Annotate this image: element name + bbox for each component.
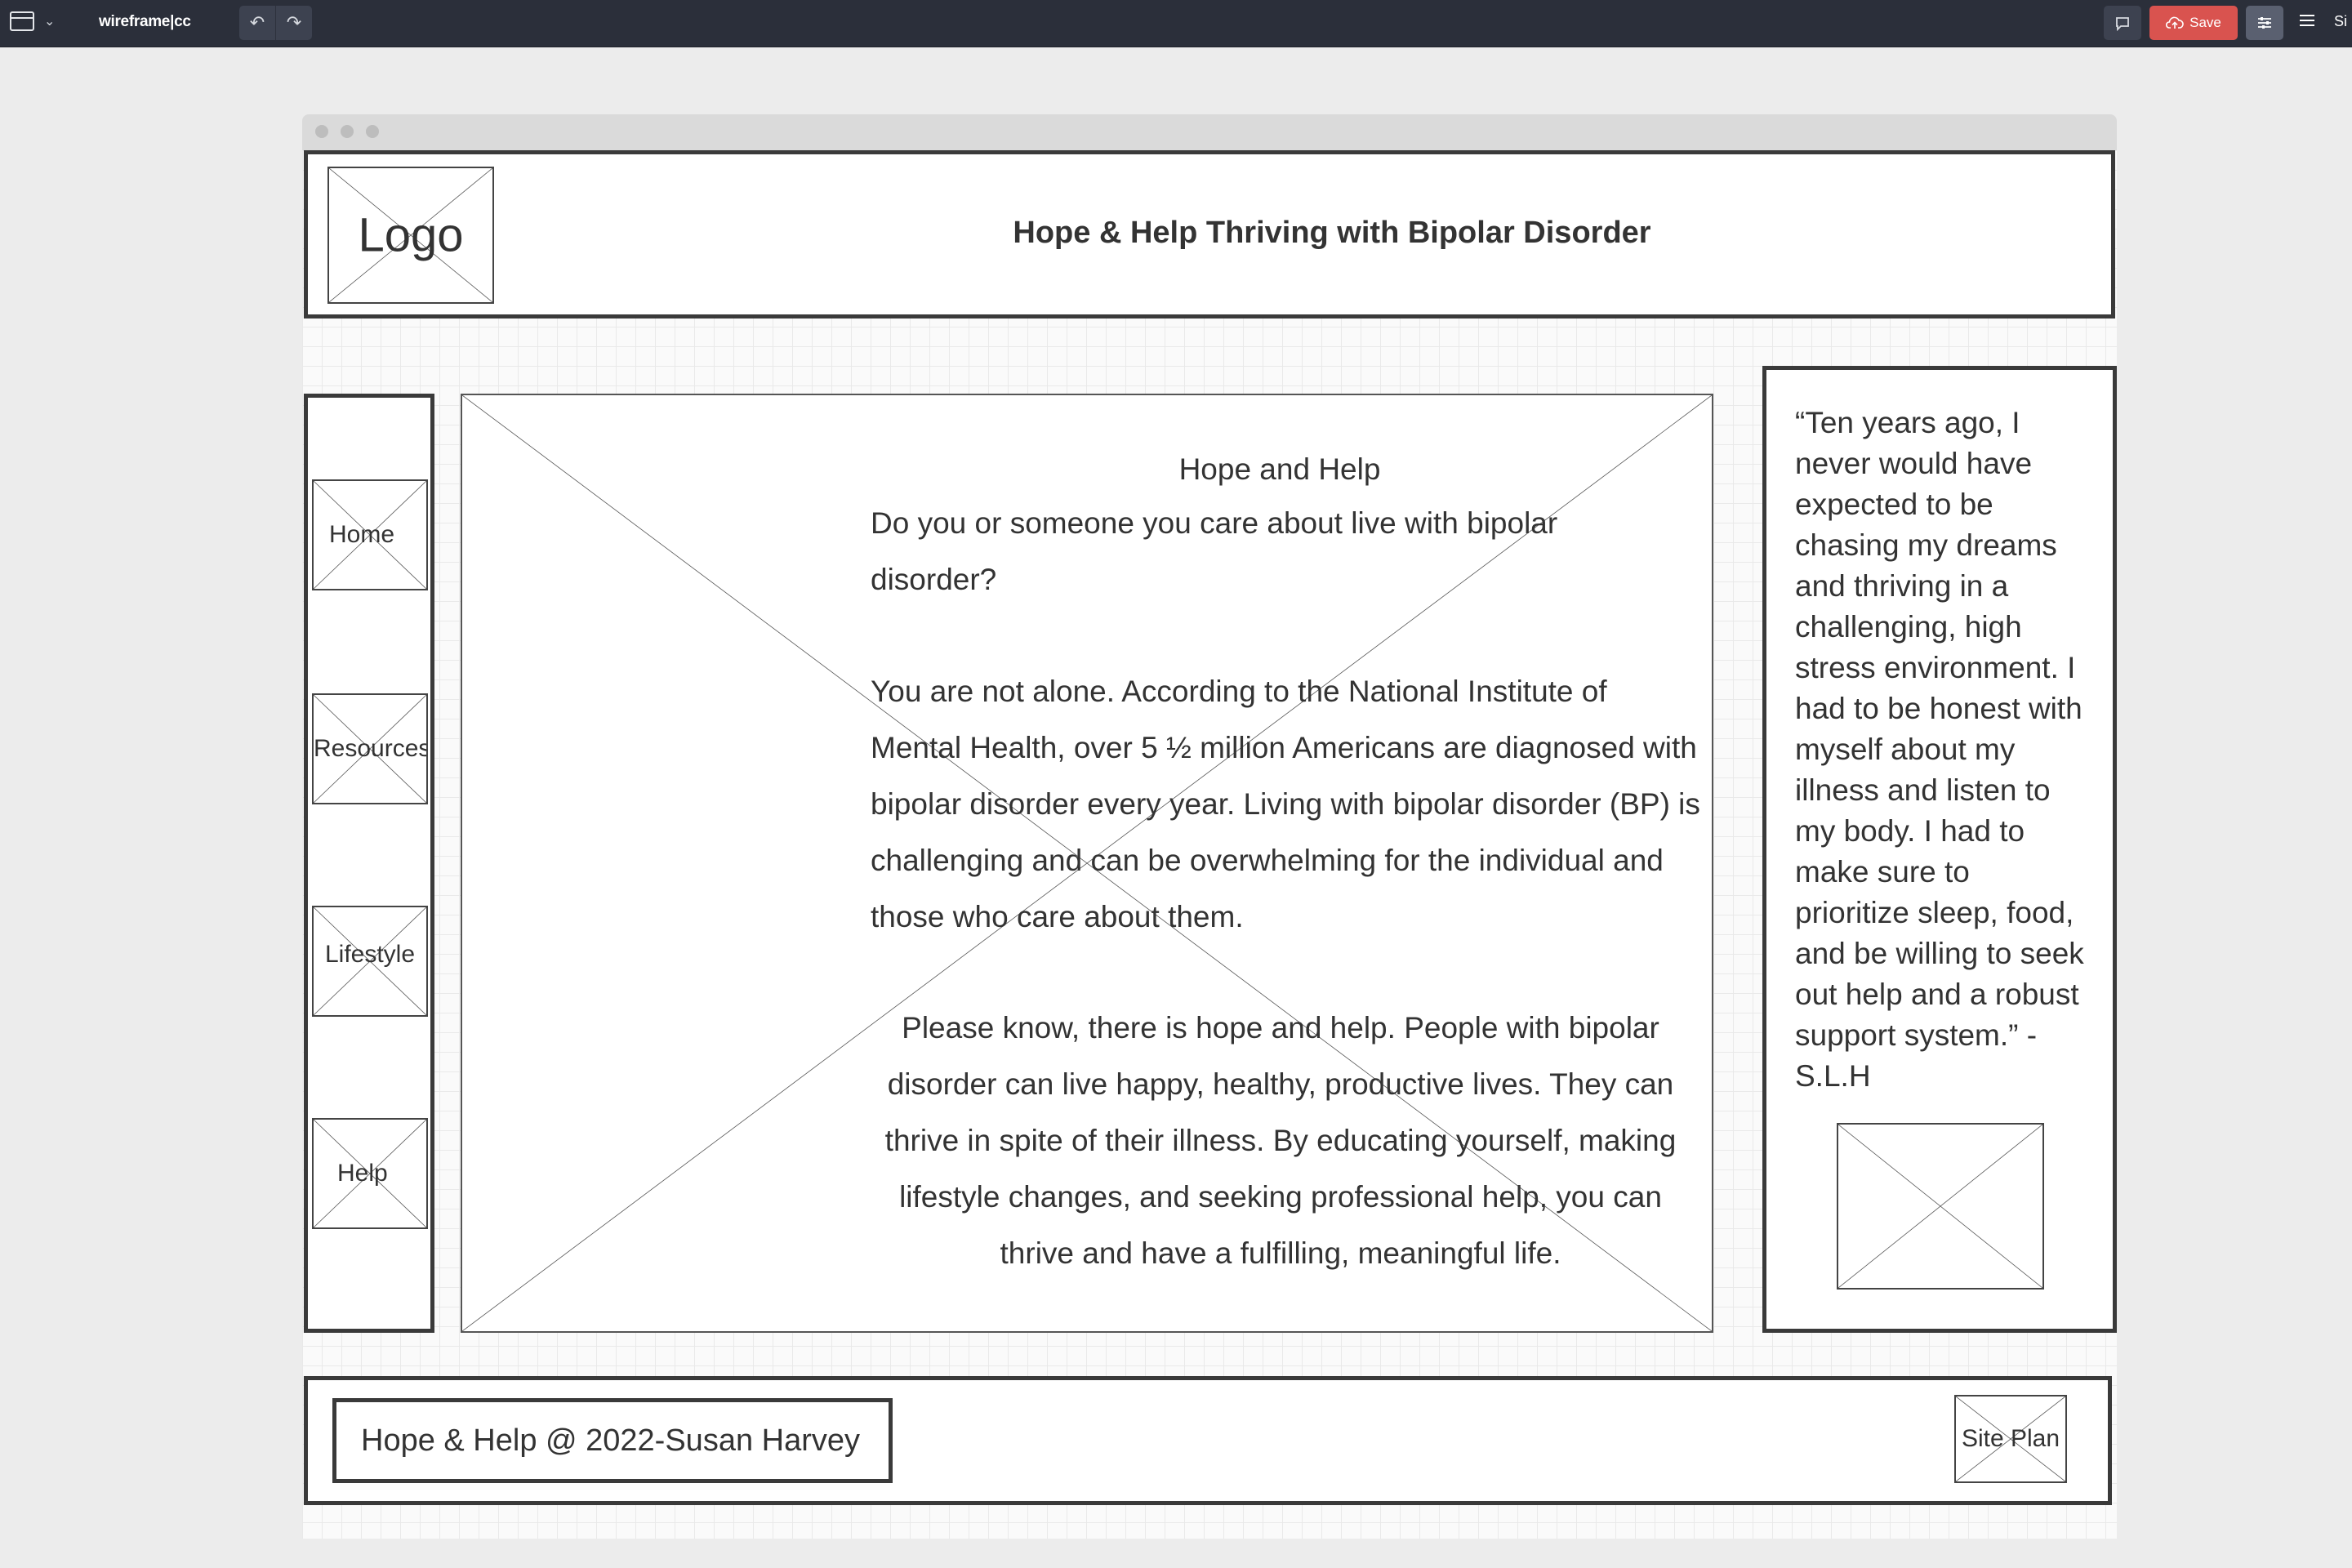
- site-plan-link[interactable]: Site Plan: [1954, 1395, 2067, 1483]
- app-toolbar: ⌄ wireframe|cc ↶ ↷ Save Si: [0, 0, 2352, 47]
- app-logo: wireframe|cc: [99, 13, 191, 30]
- window-dot: [315, 125, 328, 138]
- side-nav: Home Resources Lifestyle Help: [304, 394, 434, 1333]
- nav-item-label: Help: [337, 1160, 388, 1187]
- window-dot: [341, 125, 354, 138]
- history-controls: ↶ ↷: [239, 6, 312, 40]
- content-heading: Hope and Help: [1178, 452, 1381, 486]
- testimonial-quote: “Ten years ago, I never would have expec…: [1795, 406, 2084, 1093]
- content-paragraph-2: Please know, there is hope and help. Peo…: [884, 1011, 1677, 1270]
- content-paragraph-1: You are not alone. According to the Nati…: [871, 675, 1700, 933]
- nav-item-home[interactable]: Home: [312, 479, 428, 590]
- redo-button[interactable]: ↷: [276, 6, 312, 40]
- window-icon[interactable]: [10, 11, 38, 34]
- cloud-upload-icon: [2166, 16, 2184, 29]
- browser-window-bar: [302, 114, 2117, 150]
- sign-in-link[interactable]: Si: [2334, 13, 2347, 30]
- nav-item-label: Home: [329, 521, 395, 548]
- site-header: Logo Hope & Help Thriving with Bipolar D…: [304, 150, 2115, 318]
- testimonial-sidebar: “Ten years ago, I never would have expec…: [1762, 366, 2117, 1333]
- undo-icon: ↶: [249, 12, 265, 33]
- save-label: Save: [2189, 15, 2221, 30]
- nav-item-lifestyle[interactable]: Lifestyle: [312, 906, 428, 1017]
- chevron-down-icon[interactable]: ⌄: [44, 13, 55, 29]
- placeholder-cross: [1838, 1125, 2042, 1288]
- content-question: Do you or someone you care about live wi…: [871, 506, 1558, 596]
- save-button[interactable]: Save: [2149, 6, 2238, 40]
- redo-icon: ↷: [286, 12, 302, 33]
- wireframe-canvas: Logo Hope & Help Thriving with Bipolar D…: [302, 150, 2117, 1539]
- site-footer: Hope & Help @ 2022-Susan Harvey Site Pla…: [304, 1376, 2112, 1505]
- window-dot: [366, 125, 379, 138]
- nav-item-label: Lifestyle: [324, 941, 416, 969]
- comment-button[interactable]: [2104, 6, 2141, 40]
- settings-button[interactable]: [2246, 6, 2283, 40]
- nav-item-help[interactable]: Help: [312, 1118, 428, 1229]
- settings-icon: [2258, 17, 2271, 29]
- undo-button[interactable]: ↶: [239, 6, 276, 40]
- nav-item-resources[interactable]: Resources: [312, 693, 428, 804]
- menu-button[interactable]: [2298, 11, 2316, 33]
- nav-item-label: Resources: [314, 735, 428, 762]
- main-content: Hope and Help Do you or someone you care…: [461, 394, 1713, 1333]
- menu-icon: [2300, 15, 2314, 26]
- footer-copyright: Hope & Help @ 2022-Susan Harvey: [332, 1398, 893, 1483]
- testimonial-image-placeholder: [1837, 1123, 2044, 1290]
- page-title: Hope & Help Thriving with Bipolar Disord…: [1013, 216, 1651, 250]
- comment-icon: [2116, 17, 2129, 32]
- site-plan-label: Site Plan: [1961, 1425, 2060, 1452]
